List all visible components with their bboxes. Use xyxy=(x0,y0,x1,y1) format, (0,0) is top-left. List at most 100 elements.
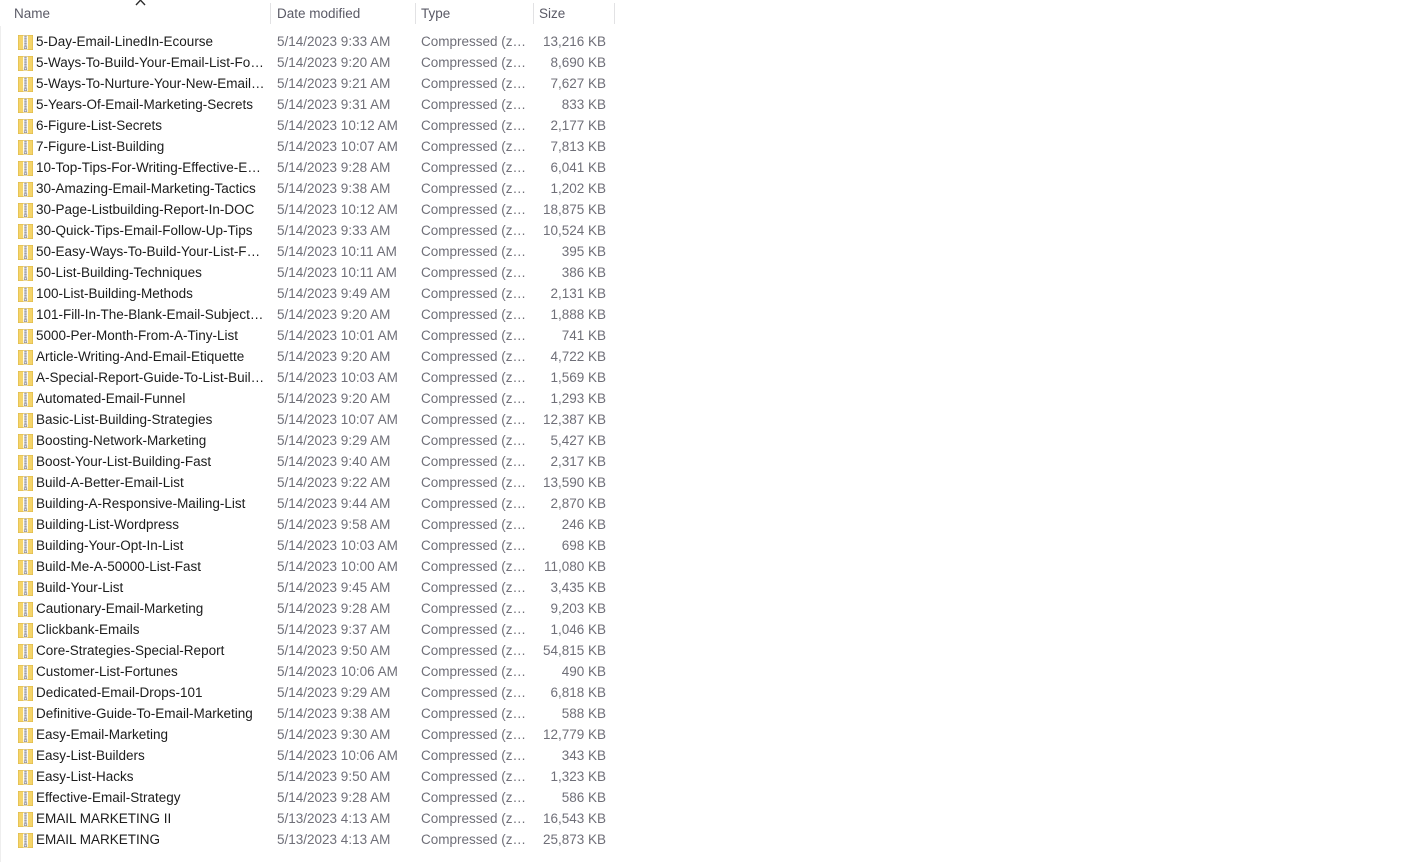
file-date-modified-cell: 5/14/2023 9:28 AM xyxy=(277,601,391,616)
file-row[interactable]: EMAIL MARKETING 5/13/2023 4:13 AM Compress… xyxy=(0,829,615,850)
file-size-cell: 395 KB xyxy=(561,244,606,259)
file-name-cell: 50-List-Building-Techniques xyxy=(36,265,202,280)
file-row[interactable]: Core-Strategies-Special-Report 5/14/2023 … xyxy=(0,640,615,661)
file-date-modified-cell: 5/14/2023 9:50 AM xyxy=(277,643,391,658)
file-type-cell: Compressed (zipp... xyxy=(421,328,529,343)
zip-archive-icon xyxy=(18,664,33,680)
file-type-cell: Compressed (zipp... xyxy=(421,538,529,553)
file-name-cell: EMAIL MARKETING II xyxy=(36,811,172,826)
file-row[interactable]: Boosting-Network-Marketing 5/14/2023 9:29… xyxy=(0,430,615,451)
file-name-cell: Easy-List-Hacks xyxy=(36,769,134,784)
file-name-cell: Automated-Email-Funnel xyxy=(36,391,186,406)
file-row[interactable]: Build-Me-A-50000-List-Fast 5/14/2023 10:0… xyxy=(0,556,615,577)
file-row[interactable]: A-Special-Report-Guide-To-List-Building 5… xyxy=(0,367,615,388)
file-date-modified-cell: 5/14/2023 9:33 AM xyxy=(277,34,391,49)
sort-ascending-chevron-up-icon xyxy=(134,0,147,6)
zip-archive-icon xyxy=(18,160,33,176)
file-size-cell: 8,690 KB xyxy=(550,55,606,70)
file-row[interactable]: Basic-List-Building-Strategies 5/14/2023 … xyxy=(0,409,615,430)
file-size-cell: 1,202 KB xyxy=(550,181,606,196)
file-size-cell: 54,815 KB xyxy=(542,643,606,658)
file-date-modified-cell: 5/14/2023 10:12 AM xyxy=(277,118,398,133)
file-row[interactable]: Customer-List-Fortunes 5/14/2023 10:06 AM… xyxy=(0,661,615,682)
file-row[interactable]: Easy-List-Hacks 5/14/2023 9:50 AM Compress… xyxy=(0,766,615,787)
file-row[interactable]: Dedicated-Email-Drops-101 5/14/2023 9:29 … xyxy=(0,682,615,703)
zip-archive-icon xyxy=(18,496,33,512)
file-size-cell: 25,873 KB xyxy=(542,832,606,847)
file-date-modified-cell: 5/14/2023 9:20 AM xyxy=(277,55,391,70)
file-row[interactable]: Definitive-Guide-To-Email-Marketing 5/14/… xyxy=(0,703,615,724)
file-row[interactable]: Build-Your-List 5/14/2023 9:45 AM Compress… xyxy=(0,577,615,598)
file-date-modified-cell: 5/14/2023 10:07 AM xyxy=(277,139,398,154)
file-row[interactable]: 5-Ways-To-Nurture-Your-New-Email-Su... 5/… xyxy=(0,73,615,94)
file-date-modified-cell: 5/14/2023 9:37 AM xyxy=(277,622,391,637)
file-row[interactable]: 5-Ways-To-Build-Your-Email-List-For-Free… xyxy=(0,52,615,73)
file-row[interactable]: 30-Quick-Tips-Email-Follow-Up-Tips 5/14/2… xyxy=(0,220,615,241)
file-row[interactable]: Easy-Email-Marketing 5/14/2023 9:30 AM Com… xyxy=(0,724,615,745)
file-size-cell: 16,543 KB xyxy=(542,811,606,826)
file-row[interactable]: 5-Day-Email-LinedIn-Ecourse 5/14/2023 9:3… xyxy=(0,31,615,52)
zip-archive-icon xyxy=(18,832,33,848)
file-row[interactable]: Clickbank-Emails 5/14/2023 9:37 AM Compres… xyxy=(0,619,615,640)
file-type-cell: Compressed (zipp... xyxy=(421,769,529,784)
file-date-modified-cell: 5/14/2023 10:07 AM xyxy=(277,412,398,427)
file-type-cell: Compressed (zipp... xyxy=(421,286,529,301)
file-row[interactable]: Build-A-Better-Email-List 5/14/2023 9:22 … xyxy=(0,472,615,493)
file-list[interactable]: 5-Day-Email-LinedIn-Ecourse 5/14/2023 9:3… xyxy=(0,31,615,862)
column-header-date-modified[interactable]: Date modified xyxy=(277,0,409,26)
column-header-size[interactable]: Size xyxy=(539,0,609,26)
file-date-modified-cell: 5/14/2023 10:00 AM xyxy=(277,559,398,574)
file-name-cell: 30-Quick-Tips-Email-Follow-Up-Tips xyxy=(36,223,253,238)
file-row[interactable]: Cautionary-Email-Marketing 5/14/2023 9:28… xyxy=(0,598,615,619)
zip-archive-icon xyxy=(18,223,33,239)
file-size-cell: 1,323 KB xyxy=(550,769,606,784)
file-row[interactable]: 50-Easy-Ways-To-Build-Your-List-Faster 5/… xyxy=(0,241,615,262)
file-row[interactable]: Building-Your-Opt-In-List 5/14/2023 10:03… xyxy=(0,535,615,556)
file-row[interactable]: 5000-Per-Month-From-A-Tiny-List 5/14/2023… xyxy=(0,325,615,346)
file-row[interactable]: Building-A-Responsive-Mailing-List 5/14/2… xyxy=(0,493,615,514)
file-name-cell: 5-Ways-To-Build-Your-Email-List-For-Free xyxy=(36,55,266,70)
file-size-cell: 586 KB xyxy=(561,790,606,805)
file-type-cell: Compressed (zipp... xyxy=(421,265,529,280)
file-row[interactable]: Building-List-Wordpress 5/14/2023 9:58 AM… xyxy=(0,514,615,535)
file-name-cell: Article-Writing-And-Email-Etiquette xyxy=(36,349,245,364)
column-divider-date-type[interactable] xyxy=(415,3,416,24)
file-name-cell: Easy-Email-Marketing xyxy=(36,727,169,742)
file-name-cell: Boost-Your-List-Building-Fast xyxy=(36,454,212,469)
file-row[interactable]: Article-Writing-And-Email-Etiquette 5/14/… xyxy=(0,346,615,367)
file-row[interactable]: 50-List-Building-Techniques 5/14/2023 10:… xyxy=(0,262,615,283)
file-name-cell: 101-Fill-In-The-Blank-Email-Subject-Line… xyxy=(36,307,266,322)
file-size-cell: 2,177 KB xyxy=(550,118,606,133)
file-name-cell: 5-Day-Email-LinedIn-Ecourse xyxy=(36,34,214,49)
zip-archive-icon xyxy=(18,790,33,806)
file-date-modified-cell: 5/14/2023 10:06 AM xyxy=(277,748,398,763)
file-row[interactable]: 5-Years-Of-Email-Marketing-Secrets 5/14/2… xyxy=(0,94,615,115)
column-divider-name-date[interactable] xyxy=(270,3,271,24)
file-date-modified-cell: 5/14/2023 9:38 AM xyxy=(277,181,391,196)
file-row[interactable]: Effective-Email-Strategy 5/14/2023 9:28 A… xyxy=(0,787,615,808)
column-divider-type-size[interactable] xyxy=(533,3,534,24)
file-type-cell: Compressed (zipp... xyxy=(421,622,529,637)
column-header-type[interactable]: Type xyxy=(421,0,527,26)
zip-archive-icon xyxy=(18,454,33,470)
file-row[interactable]: 10-Top-Tips-For-Writing-Effective-Email-… xyxy=(0,157,615,178)
file-type-cell: Compressed (zipp... xyxy=(421,370,529,385)
file-size-cell: 7,813 KB xyxy=(550,139,606,154)
file-row[interactable]: 30-Amazing-Email-Marketing-Tactics 5/14/2… xyxy=(0,178,615,199)
zip-archive-icon xyxy=(18,475,33,491)
file-row[interactable]: 101-Fill-In-The-Blank-Email-Subject-Line… xyxy=(0,304,615,325)
file-row[interactable]: Automated-Email-Funnel 5/14/2023 9:20 AM C… xyxy=(0,388,615,409)
file-row[interactable]: EMAIL MARKETING II 5/13/2023 4:13 AM Compr… xyxy=(0,808,615,829)
file-row[interactable]: Easy-List-Builders 5/14/2023 10:06 AM Comp… xyxy=(0,745,615,766)
file-row[interactable]: 100-List-Building-Methods 5/14/2023 9:49 … xyxy=(0,283,615,304)
file-row[interactable]: 6-Figure-List-Secrets 5/14/2023 10:12 AM C… xyxy=(0,115,615,136)
zip-archive-icon xyxy=(18,538,33,554)
file-name-cell: 50-Easy-Ways-To-Build-Your-List-Faster xyxy=(36,244,266,259)
file-date-modified-cell: 5/14/2023 9:58 AM xyxy=(277,517,391,532)
column-divider-size-end[interactable] xyxy=(614,3,615,24)
file-row[interactable]: 30-Page-Listbuilding-Report-In-DOC 5/14/2… xyxy=(0,199,615,220)
file-date-modified-cell: 5/14/2023 9:29 AM xyxy=(277,433,391,448)
file-date-modified-cell: 5/13/2023 4:13 AM xyxy=(277,811,391,826)
file-row[interactable]: 7-Figure-List-Building 5/14/2023 10:07 AM… xyxy=(0,136,615,157)
file-row[interactable]: Boost-Your-List-Building-Fast 5/14/2023 9… xyxy=(0,451,615,472)
